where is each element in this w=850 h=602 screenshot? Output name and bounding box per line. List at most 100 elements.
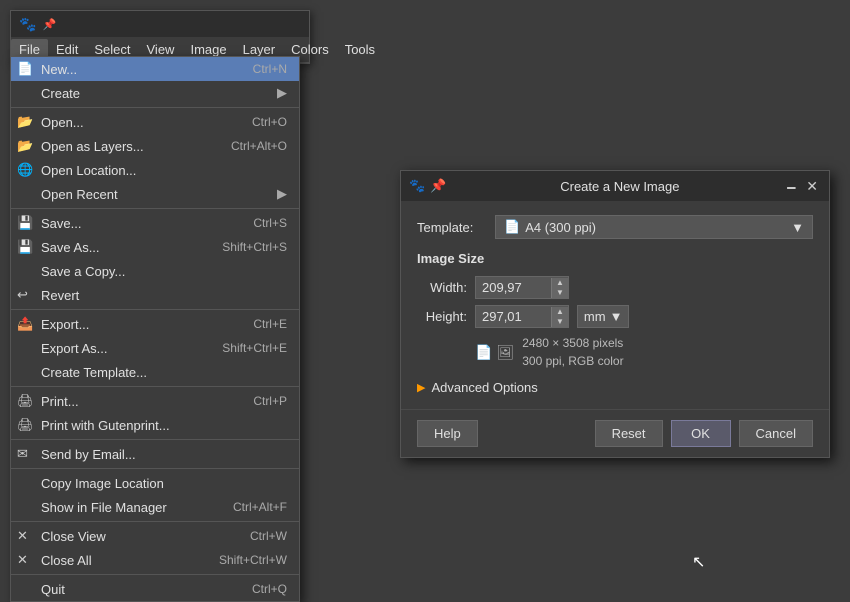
width-spin-up[interactable]: ▲: [551, 278, 568, 288]
save-shortcut: Ctrl+S: [253, 216, 287, 230]
height-label: Height:: [417, 309, 467, 324]
new-icon: 📄: [17, 61, 33, 77]
advanced-arrow-icon: ▶: [417, 381, 425, 394]
template-doc-icon: 📄: [504, 219, 520, 235]
menu-item-revert[interactable]: ↩ Revert: [11, 283, 299, 307]
reset-button[interactable]: Reset: [595, 420, 663, 447]
menu-item-open-layers-label: Open as Layers...: [41, 139, 144, 154]
menu-item-create-template[interactable]: Create Template...: [11, 360, 299, 384]
create-submenu-arrow: ▶: [277, 85, 287, 101]
cancel-button[interactable]: Cancel: [739, 420, 813, 447]
dialog-minimize-button[interactable]: 🗕: [783, 179, 799, 193]
separator-2: [11, 208, 299, 209]
menu-item-print-label: Print...: [41, 394, 79, 409]
ok-button[interactable]: OK: [671, 420, 731, 447]
create-new-image-dialog: 🐾 📌 Create a New Image 🗕 ✕ Template: 📄 A…: [400, 170, 830, 458]
separator-7: [11, 521, 299, 522]
menu-item-copy-location[interactable]: Copy Image Location: [11, 471, 299, 495]
revert-icon: ↩: [17, 287, 28, 303]
menu-item-close-all[interactable]: ✕ Close All Shift+Ctrl+W: [11, 548, 299, 572]
height-spin-up[interactable]: ▲: [551, 307, 568, 317]
menu-item-open[interactable]: 📂 Open... Ctrl+O: [11, 110, 299, 134]
height-spin-buttons: ▲ ▼: [551, 307, 568, 327]
width-row: Width: ▲ ▼: [417, 276, 813, 299]
menu-item-new[interactable]: 📄 New... Ctrl+N: [11, 57, 299, 81]
save-as-icon: 💾: [17, 239, 33, 255]
menu-item-create-label: Create: [41, 86, 80, 101]
template-dropdown-arrow: ▼: [791, 220, 804, 235]
dialog-footer: Help Reset OK Cancel: [401, 409, 829, 457]
advanced-options-label: Advanced Options: [431, 380, 537, 395]
menu-item-open-label: Open...: [41, 115, 84, 130]
quit-shortcut: Ctrl+Q: [252, 582, 287, 596]
menu-item-copy-location-label: Copy Image Location: [41, 476, 164, 491]
menu-item-send-email-label: Send by Email...: [41, 447, 136, 462]
menu-item-show-manager[interactable]: Show in File Manager Ctrl+Alt+F: [11, 495, 299, 519]
save-icon: 💾: [17, 215, 33, 231]
template-value: A4 (300 ppi): [525, 220, 596, 235]
print-icon: 🖨: [17, 393, 34, 409]
show-manager-shortcut: Ctrl+Alt+F: [233, 500, 287, 514]
info-icons: 📄 🖼: [475, 344, 514, 361]
close-view-shortcut: Ctrl+W: [250, 529, 287, 543]
close-all-icon: ✕: [17, 552, 28, 568]
toolbox-titlebar: 🐾 📌: [11, 11, 309, 37]
menu-item-quit-label: Quit: [41, 582, 65, 597]
menu-item-save-as-label: Save As...: [41, 240, 100, 255]
dialog-window-controls: 🗕 ✕: [783, 179, 821, 193]
menu-item-save-copy[interactable]: Save a Copy...: [11, 259, 299, 283]
menu-item-send-email[interactable]: ✉ Send by Email...: [11, 442, 299, 466]
menu-tools[interactable]: Tools: [337, 39, 383, 60]
close-view-icon: ✕: [17, 528, 28, 544]
open-icon: 📂: [17, 114, 33, 130]
advanced-options-section[interactable]: ▶ Advanced Options: [417, 380, 813, 395]
export-icon: 📤: [17, 316, 33, 332]
separator-1: [11, 107, 299, 108]
pixels-info: 2480 × 3508 pixels: [522, 334, 623, 352]
portrait-icon: 📄: [475, 344, 492, 361]
width-input[interactable]: [476, 277, 551, 298]
separator-3: [11, 309, 299, 310]
unit-dropdown-arrow: ▼: [610, 309, 623, 324]
landscape-icon: 🖼: [496, 344, 514, 361]
menu-item-new-label: New...: [41, 62, 77, 77]
image-info-text: 2480 × 3508 pixels 300 ppi, RGB color: [522, 334, 623, 370]
menu-item-print[interactable]: 🖨 Print... Ctrl+P: [11, 389, 299, 413]
menu-item-close-view[interactable]: ✕ Close View Ctrl+W: [11, 524, 299, 548]
menu-item-revert-label: Revert: [41, 288, 79, 303]
close-all-shortcut: Shift+Ctrl+W: [219, 553, 287, 567]
height-input[interactable]: [476, 306, 551, 327]
menu-item-export[interactable]: 📤 Export... Ctrl+E: [11, 312, 299, 336]
open-layers-icon: 📂: [17, 138, 33, 154]
height-row: Height: ▲ ▼ mm ▼: [417, 305, 813, 328]
menu-item-close-view-label: Close View: [41, 529, 106, 544]
separator-6: [11, 468, 299, 469]
separator-8: [11, 574, 299, 575]
menu-item-quit[interactable]: Quit Ctrl+Q: [11, 577, 299, 601]
dialog-title: Create a New Image: [456, 179, 783, 194]
dialog-close-button[interactable]: ✕: [803, 179, 821, 193]
unit-select[interactable]: mm ▼: [577, 305, 630, 328]
menu-item-export-label: Export...: [41, 317, 89, 332]
menu-item-create[interactable]: Create ▶: [11, 81, 299, 105]
menu-item-save-label: Save...: [41, 216, 81, 231]
menu-item-open-location[interactable]: 🌐 Open Location...: [11, 158, 299, 182]
height-spin-down[interactable]: ▼: [551, 317, 568, 327]
cursor-indicator: ↖: [692, 552, 705, 572]
menu-item-create-template-label: Create Template...: [41, 365, 147, 380]
width-spin-down[interactable]: ▼: [551, 288, 568, 298]
menu-item-save-as[interactable]: 💾 Save As... Shift+Ctrl+S: [11, 235, 299, 259]
pixel-info-row: 📄 🖼 2480 × 3508 pixels 300 ppi, RGB colo…: [417, 334, 813, 370]
open-recent-arrow: ▶: [277, 186, 287, 202]
menu-item-open-recent[interactable]: Open Recent ▶: [11, 182, 299, 206]
template-select[interactable]: 📄 A4 (300 ppi) ▼: [495, 215, 813, 239]
open-shortcut: Ctrl+O: [252, 115, 287, 129]
menu-item-open-layers[interactable]: 📂 Open as Layers... Ctrl+Alt+O: [11, 134, 299, 158]
dialog-gimp-icon: 🐾: [409, 178, 425, 194]
unit-value: mm: [584, 309, 606, 324]
help-button[interactable]: Help: [417, 420, 478, 447]
save-as-shortcut: Shift+Ctrl+S: [222, 240, 287, 254]
menu-item-export-as[interactable]: Export As... Shift+Ctrl+E: [11, 336, 299, 360]
menu-item-print-guten[interactable]: 🖨 Print with Gutenprint...: [11, 413, 299, 437]
menu-item-save[interactable]: 💾 Save... Ctrl+S: [11, 211, 299, 235]
